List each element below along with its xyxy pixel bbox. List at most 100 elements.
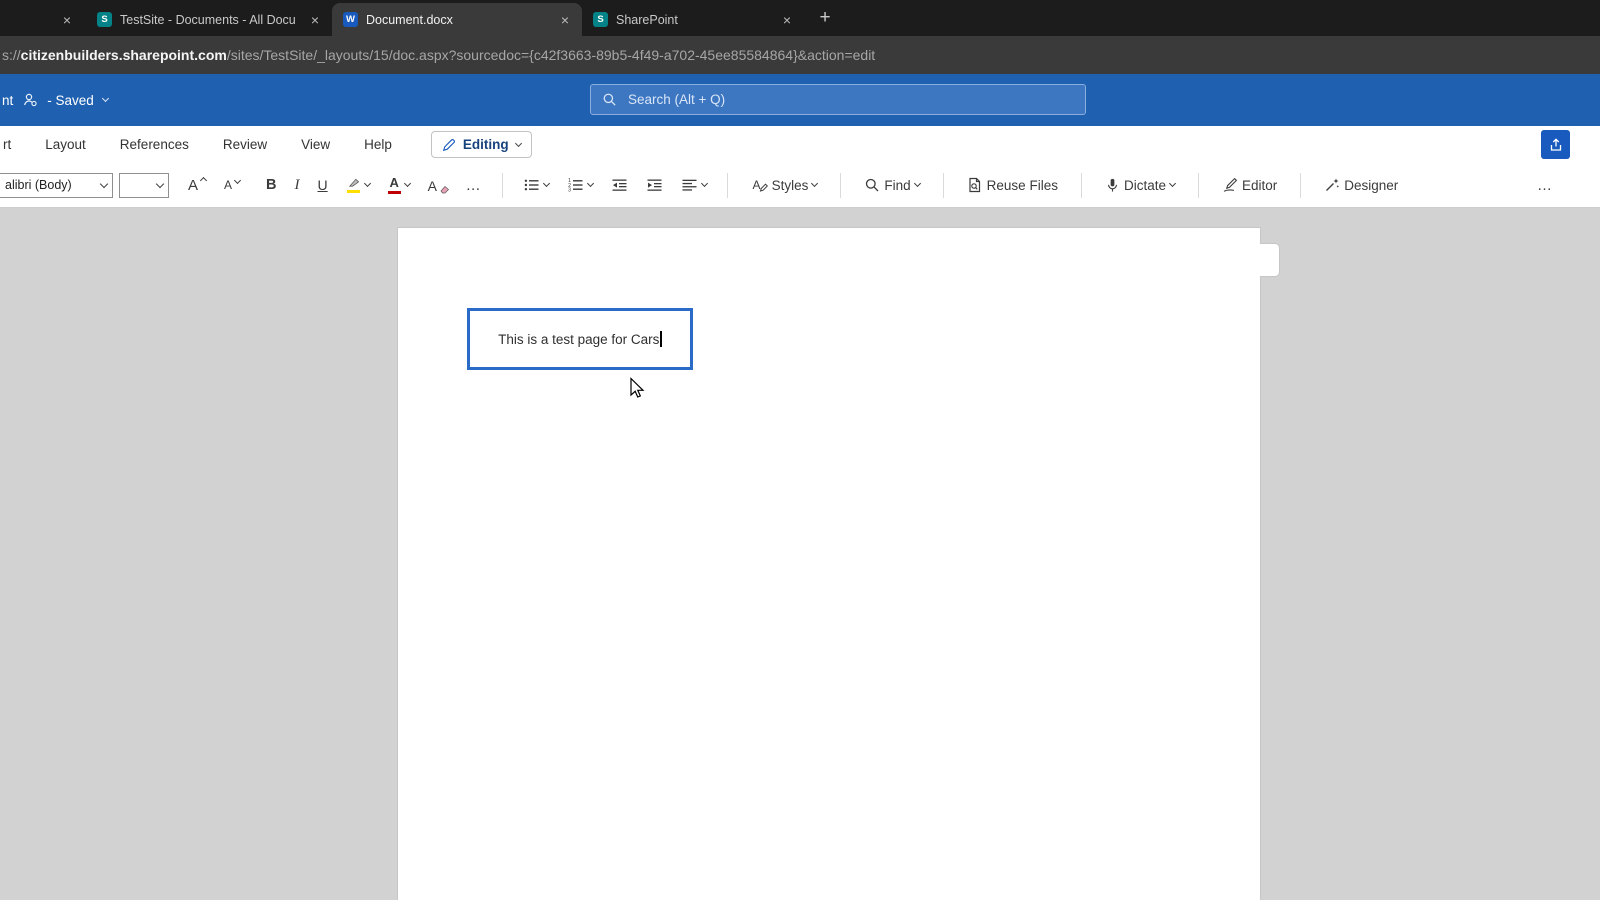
share-icon (1550, 137, 1561, 151)
pencil-icon (442, 138, 455, 151)
highlighter-icon (346, 177, 361, 193)
tab-title: SharePoint (616, 12, 678, 27)
browser-tab-partial[interactable]: × (0, 3, 86, 36)
chevron-down-icon[interactable] (101, 94, 109, 103)
share-button[interactable] (1541, 130, 1570, 159)
menu-tab-review[interactable]: Review (206, 137, 284, 152)
clear-formatting-button[interactable]: A (419, 170, 457, 200)
document-page[interactable]: This is a test page for Cars (397, 227, 1261, 900)
menu-tab-references[interactable]: References (103, 137, 206, 152)
font-color-letter: A (389, 175, 399, 190)
dictate-button[interactable]: Dictate (1093, 170, 1187, 200)
increase-indent-button[interactable] (637, 170, 672, 200)
font-size-select[interactable] (119, 172, 169, 198)
reuse-files-label: Reuse Files (986, 177, 1058, 193)
chevron-up-icon (199, 176, 208, 185)
find-icon (866, 178, 879, 192)
comments-side-tab[interactable] (1260, 243, 1280, 277)
ellipsis-icon: … (1537, 176, 1553, 194)
chevron-down-icon[interactable] (913, 179, 921, 188)
styles-icon: A (752, 178, 768, 192)
toolbar-divider (840, 172, 842, 198)
address-bar[interactable]: s://citizenbuilders.sharepoint.com/sites… (0, 36, 1600, 74)
editing-mode-button[interactable]: Editing (430, 131, 532, 158)
numbered-list-button[interactable]: 1 2 3 (558, 170, 602, 200)
new-tab-button[interactable]: + (810, 3, 840, 33)
menu-tab-insert-partial[interactable]: rt (0, 137, 28, 152)
svg-text:3: 3 (568, 187, 571, 193)
save-status[interactable]: - Saved (47, 93, 94, 108)
clear-format-letter: A (427, 178, 437, 194)
browser-tab-testsite[interactable]: S TestSite - Documents - All Docu × (86, 3, 332, 36)
tab-title: TestSite - Documents - All Docu (120, 12, 296, 27)
chevron-down-icon[interactable] (811, 179, 819, 188)
close-tab-icon[interactable]: × (58, 11, 76, 29)
content-control-textbox[interactable]: This is a test page for Cars (467, 308, 693, 370)
svg-text:A: A (752, 178, 760, 192)
menu-tab-view[interactable]: View (284, 137, 347, 152)
mouse-cursor (630, 377, 645, 398)
presence-person-icon (24, 93, 37, 107)
ribbon-menu-bar: rt Layout References Review View Help Ed… (0, 126, 1600, 163)
app-header: nt - Saved (0, 74, 1600, 126)
toolbar-divider (942, 172, 944, 198)
designer-button[interactable]: Designer (1312, 170, 1410, 200)
italic-button[interactable]: I (286, 170, 309, 200)
toolbar-divider (1197, 172, 1199, 198)
chevron-down-icon (233, 176, 242, 185)
font-color-button[interactable]: A (379, 170, 419, 200)
formatting-toolbar: alibri (Body) A A B I U A A … 1 2 3 A St… (0, 163, 1600, 208)
font-name-select[interactable]: alibri (Body) (0, 172, 113, 198)
reuse-files-button[interactable]: Reuse Files (955, 170, 1070, 200)
browser-tab-document-active[interactable]: W Document.docx × (332, 3, 582, 36)
editor-pen-icon (1223, 177, 1238, 192)
grow-font-button[interactable]: A (179, 170, 215, 200)
search-input[interactable] (626, 91, 1074, 108)
shrink-font-letter: A (224, 178, 233, 192)
find-label: Find (884, 177, 911, 193)
chevron-down-icon[interactable] (542, 179, 550, 188)
chevron-down-icon (514, 139, 522, 147)
toolbar-divider (1300, 172, 1302, 198)
bullet-list-button[interactable] (514, 170, 558, 200)
align-text-icon (682, 179, 697, 191)
alignment-button[interactable] (672, 170, 716, 200)
decrease-indent-button[interactable] (602, 170, 637, 200)
designer-label: Designer (1344, 177, 1399, 193)
italic-letter: I (294, 176, 300, 193)
url-path: /sites/TestSite/_layouts/15/doc.aspx?sou… (226, 47, 876, 63)
font-color-icon: A (387, 175, 401, 194)
browser-tab-sharepoint[interactable]: S SharePoint × (582, 3, 804, 36)
toolbar-divider (1080, 172, 1082, 198)
styles-button[interactable]: A Styles (739, 170, 830, 200)
close-tab-icon[interactable]: × (306, 11, 324, 29)
document-canvas[interactable]: This is a test page for Cars (0, 208, 1600, 900)
chevron-down-icon[interactable] (403, 179, 411, 188)
close-tab-icon[interactable]: × (778, 11, 796, 29)
document-meta: nt - Saved (2, 74, 109, 126)
underline-button[interactable]: U (309, 170, 337, 200)
menu-tab-help[interactable]: Help (347, 137, 409, 152)
toolbar-divider (726, 172, 728, 198)
close-tab-icon[interactable]: × (556, 11, 574, 29)
search-box[interactable] (590, 84, 1086, 115)
shrink-font-button[interactable]: A (215, 170, 249, 200)
highlight-color-button[interactable] (337, 170, 379, 200)
bold-button[interactable]: B (257, 170, 285, 200)
chevron-down-icon[interactable] (363, 179, 371, 188)
chevron-down-icon[interactable] (1168, 179, 1177, 188)
menu-tab-layout[interactable]: Layout (28, 137, 103, 152)
sharepoint-favicon: S (97, 12, 112, 27)
bullet-list-icon (524, 179, 539, 191)
more-formatting-button[interactable]: … (457, 170, 491, 200)
chevron-down-icon[interactable] (586, 179, 594, 188)
toolbar-overflow-button[interactable]: … (1528, 170, 1562, 200)
find-button[interactable]: Find (852, 170, 931, 200)
url-prefix: s:// (2, 47, 21, 63)
chevron-down-icon (155, 179, 165, 188)
grow-font-letter: A (188, 176, 199, 194)
reuse-files-icon (969, 177, 980, 193)
clear-formatting-icon: A (427, 176, 449, 194)
editor-button[interactable]: Editor (1210, 170, 1289, 200)
chevron-down-icon[interactable] (700, 179, 708, 188)
